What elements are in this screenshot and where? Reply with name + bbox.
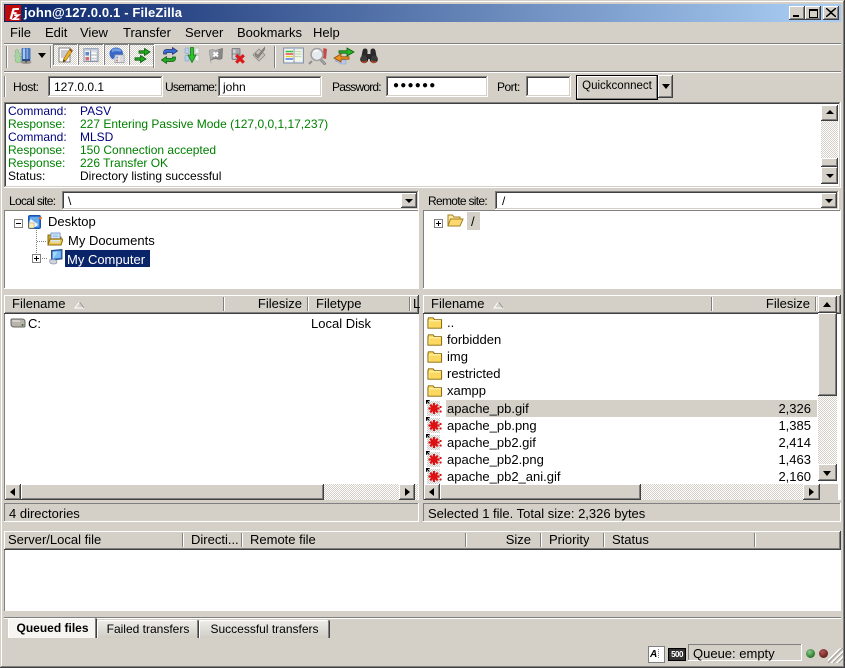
svg-text:A: A: [649, 649, 657, 660]
